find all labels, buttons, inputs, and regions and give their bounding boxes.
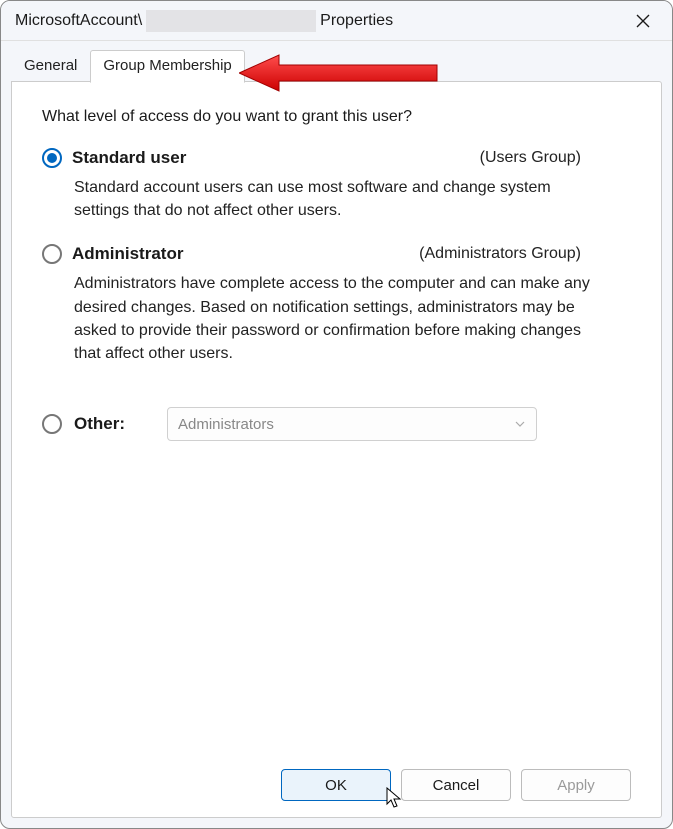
label-other: Other: xyxy=(74,414,125,434)
radio-other[interactable] xyxy=(42,414,62,434)
tab-strip: General Group Membership xyxy=(1,41,672,82)
group-standard: (Users Group) xyxy=(480,149,581,167)
dialog-buttons: OK Cancel Apply xyxy=(42,757,631,801)
radio-administrator[interactable] xyxy=(42,244,62,264)
label-standard: Standard user xyxy=(72,148,186,168)
ok-button[interactable]: OK xyxy=(281,769,391,801)
tab-general[interactable]: General xyxy=(11,50,90,83)
chevron-down-icon xyxy=(514,418,526,430)
title-prefix: MicrosoftAccount\ xyxy=(15,12,142,30)
title-suffix: Properties xyxy=(320,12,393,30)
properties-dialog: MicrosoftAccount\ Properties General Gro… xyxy=(0,0,673,829)
option-administrator: Administrator (Administrators Group) Adm… xyxy=(42,244,631,365)
radio-standard[interactable] xyxy=(42,148,62,168)
cancel-button[interactable]: Cancel xyxy=(401,769,511,801)
label-administrator: Administrator xyxy=(72,244,183,264)
tab-panel: What level of access do you want to gran… xyxy=(11,81,662,818)
group-administrator: (Administrators Group) xyxy=(419,245,581,263)
desc-administrator: Administrators have complete access to t… xyxy=(74,272,591,365)
access-prompt: What level of access do you want to gran… xyxy=(42,108,631,126)
apply-button[interactable]: Apply xyxy=(521,769,631,801)
other-group-combobox[interactable]: Administrators xyxy=(167,407,537,441)
close-icon xyxy=(636,14,650,28)
title-redacted xyxy=(146,10,316,32)
option-other: Other: Administrators xyxy=(42,407,631,441)
combo-value: Administrators xyxy=(178,416,274,433)
option-standard: Standard user (Users Group) Standard acc… xyxy=(42,148,631,222)
desc-standard: Standard account users can use most soft… xyxy=(74,176,591,222)
titlebar: MicrosoftAccount\ Properties xyxy=(1,1,672,41)
close-button[interactable] xyxy=(626,4,660,38)
tab-group-membership[interactable]: Group Membership xyxy=(90,50,244,83)
